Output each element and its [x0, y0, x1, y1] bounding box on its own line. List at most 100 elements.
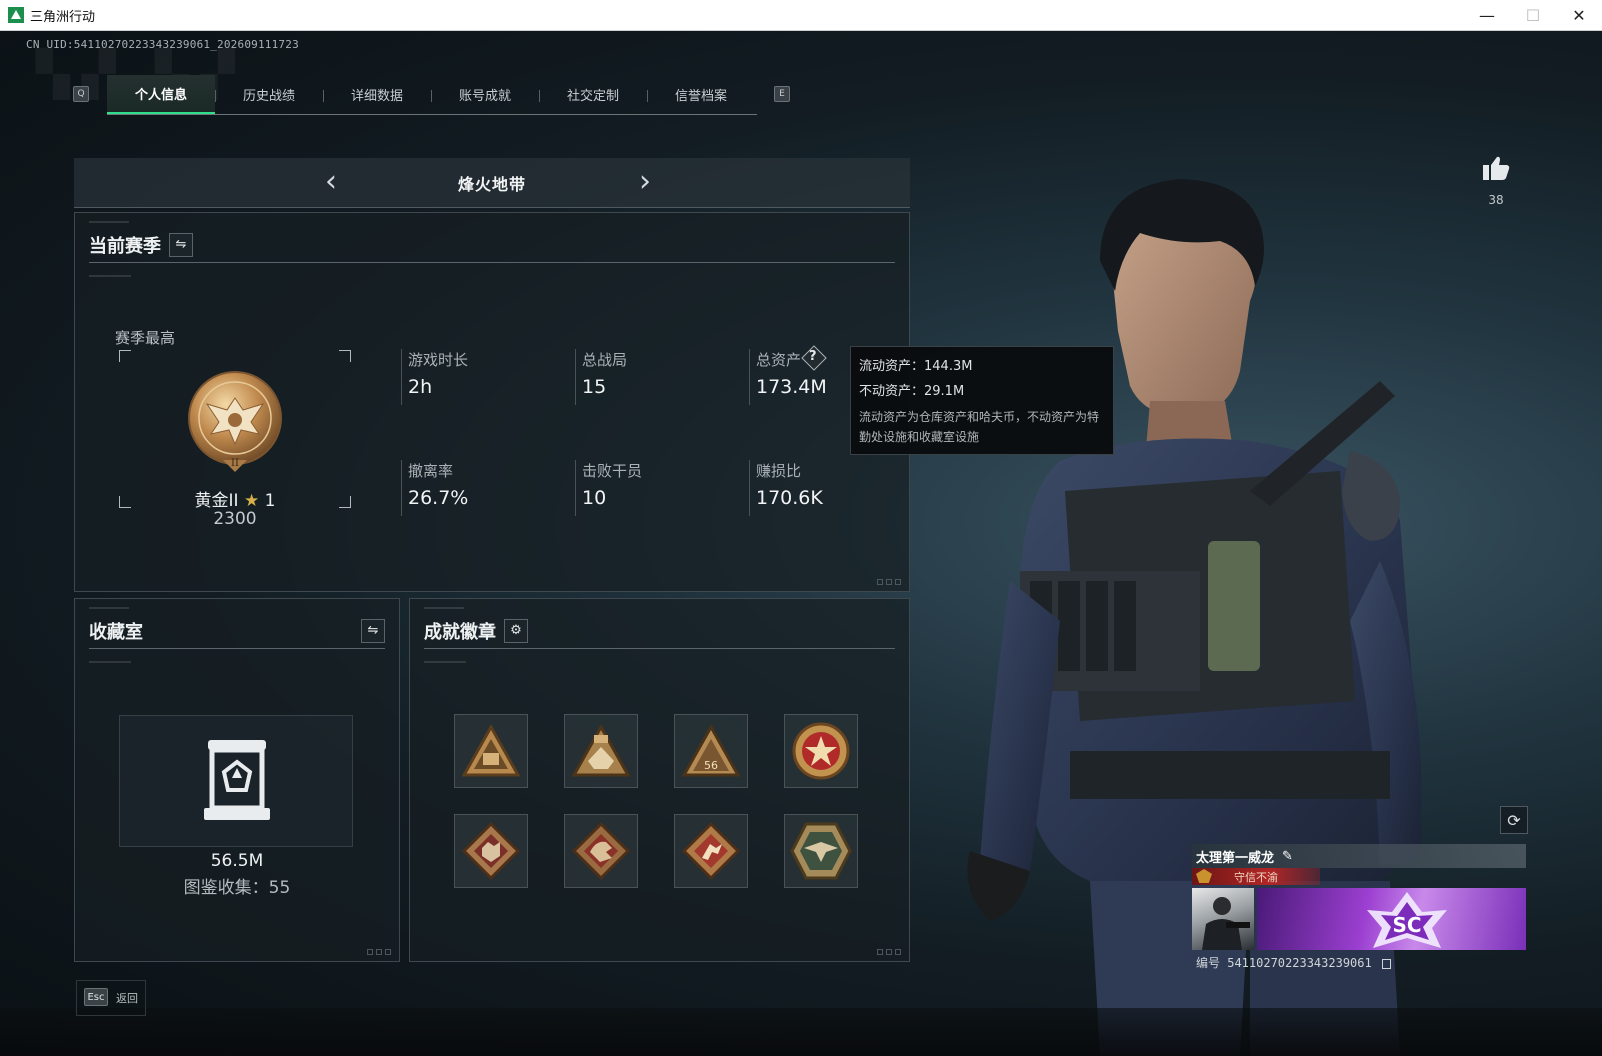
- stat-value: 170.6K: [756, 487, 823, 509]
- tab-bar: 个人信息 历史战绩 详细数据 账号成就 社交定制 信誉档案: [107, 75, 757, 115]
- panel-decoration: [424, 661, 466, 663]
- season-best-label: 赛季最高: [115, 329, 176, 347]
- assets-tooltip: 流动资产：144.3M 不动资产：29.1M 流动资产为仓库资产和哈夫币，不动资…: [850, 346, 1114, 455]
- panel-header: 成就徽章 ⚙: [424, 613, 895, 649]
- gear-icon: ⚙: [510, 623, 522, 638]
- game-viewport: ▚▞ ▚▞ CN UID:541102702233432390​61_20260…: [0, 31, 1602, 1056]
- stat-label: 总战局: [582, 351, 628, 369]
- tab-next-key[interactable]: E: [774, 86, 790, 102]
- panel-header: 收藏室 ⇋: [89, 613, 385, 649]
- svg-text:II: II: [231, 458, 239, 469]
- close-button[interactable]: ✕: [1556, 0, 1602, 31]
- achievement-badge[interactable]: [454, 814, 528, 888]
- tab-prev-key[interactable]: Q: [73, 86, 89, 102]
- achievement-badge[interactable]: [784, 714, 858, 788]
- display-case-icon: [204, 740, 270, 820]
- stat-value: 26.7%: [408, 487, 469, 509]
- current-season-panel: 当前赛季 ⇋ 赛季最高 II 黄金II ★ 1 2300 游戏时长 2h 总战局…: [74, 212, 910, 592]
- achievement-badges-panel: 成就徽章 ⚙ 56: [409, 598, 910, 962]
- collection-value: 56.5M: [210, 851, 264, 871]
- tab-detailed-data[interactable]: 详细数据: [323, 75, 431, 114]
- achievement-badge[interactable]: [784, 814, 858, 888]
- like-count: 38: [1488, 193, 1504, 207]
- achievement-badge[interactable]: [564, 714, 638, 788]
- player-banner[interactable]: SC: [1257, 888, 1526, 950]
- stat-label: 赚损比: [756, 462, 802, 480]
- credit-tag: 守信不渝: [1192, 868, 1320, 885]
- swap-icon: ⇋: [175, 237, 187, 252]
- season-title: 当前赛季: [89, 235, 161, 257]
- stat-profit-loss-ratio: 赚损比 170.6K: [749, 460, 899, 516]
- tooltip-liquid-assets: 流动资产：144.3M: [859, 359, 973, 374]
- tab-account-achievements[interactable]: 账号成就: [431, 75, 539, 114]
- svg-text:SC: SC: [1392, 913, 1421, 937]
- maximize-button[interactable]: ☐: [1510, 0, 1556, 31]
- collection-preview[interactable]: [119, 715, 353, 847]
- stat-total-matches: 总战局 15: [575, 349, 725, 405]
- collection-room-panel: 收藏室 ⇋ 56.5M 图鉴收集：55: [74, 598, 400, 962]
- player-id-text: 编号 541102702233432390​61: [1196, 956, 1372, 970]
- back-label[interactable]: 返回: [116, 990, 138, 1006]
- app-logo-icon: [8, 7, 24, 23]
- edit-name-icon[interactable]: ✎: [1282, 849, 1293, 864]
- rank-star-count: 1: [264, 491, 276, 511]
- achievement-badge[interactable]: [674, 814, 748, 888]
- refresh-icon: ⟳: [1507, 810, 1521, 830]
- tooltip-note: 流动资产为仓库资产和哈夫币，不动资产为特勤处设施和收藏室设施: [859, 410, 1100, 444]
- switch-collection-button[interactable]: ⇋: [361, 618, 385, 643]
- panel-decoration: [89, 661, 131, 663]
- diamond-runner-badge-icon: [682, 822, 740, 880]
- panel-corner-dots: [877, 579, 901, 585]
- player-name-bar: 太理第一威龙 ✎: [1192, 844, 1526, 868]
- swap-icon: ⇋: [367, 623, 379, 638]
- diamond-wolf-badge-icon: [462, 822, 520, 880]
- triangle-crown-badge-icon: [572, 725, 630, 777]
- stat-extraction-rate: 撤离率 26.7%: [401, 460, 551, 516]
- player-name: 太理第一威龙: [1196, 850, 1275, 866]
- panel-header: 当前赛季 ⇋: [89, 227, 895, 263]
- achievement-badge[interactable]: [454, 714, 528, 788]
- svg-text:56: 56: [704, 759, 718, 772]
- minimize-button[interactable]: —: [1464, 0, 1510, 31]
- rank-score: 2300: [213, 509, 257, 529]
- stat-value: 15: [582, 376, 607, 398]
- panel-decoration: [424, 607, 464, 609]
- panel-decoration: [89, 275, 131, 277]
- stat-value: 10: [582, 487, 607, 509]
- triangle-tank-badge-icon: [462, 725, 520, 777]
- mode-prev-arrow-icon[interactable]: ‹: [318, 167, 344, 197]
- player-card[interactable]: 太理第一威龙 ✎ 守信不渝 SC 编号 541102702233432390​6…: [1192, 844, 1526, 994]
- refresh-button[interactable]: ⟳: [1500, 806, 1528, 834]
- gold-rank-emblem-icon: II: [188, 371, 282, 472]
- achievement-badge[interactable]: 56: [674, 714, 748, 788]
- player-id: 编号 541102702233432390​61: [1196, 954, 1391, 971]
- esc-key[interactable]: Esc: [84, 988, 108, 1006]
- tab-match-history[interactable]: 历史战绩: [215, 75, 323, 114]
- panel-corner-dots: [367, 949, 391, 955]
- avatar-operator-icon: [1202, 897, 1250, 950]
- bottom-bar: [0, 1008, 1602, 1056]
- mode-next-arrow-icon[interactable]: ›: [632, 167, 658, 197]
- stat-operators-defeated: 击败干员 10: [575, 460, 725, 516]
- achievement-badge[interactable]: [564, 814, 638, 888]
- mode-title: 烽火地带: [457, 174, 526, 194]
- badge-settings-button[interactable]: ⚙: [504, 618, 528, 643]
- rank-star-icon: ★: [243, 491, 260, 511]
- thumbs-up-icon[interactable]: [1482, 155, 1510, 181]
- panel-decoration: [89, 607, 129, 609]
- panel-corner-dots: [877, 949, 901, 955]
- tab-credit-record[interactable]: 信誉档案: [647, 75, 755, 114]
- copy-icon[interactable]: [1381, 958, 1391, 969]
- switch-season-button[interactable]: ⇋: [169, 232, 193, 257]
- window-titlebar: 三角洲行动 — ☐ ✕: [0, 0, 1602, 31]
- uid-watermark: CN UID:541102702233432390​61_20260911172…: [26, 38, 299, 51]
- achievements-title: 成就徽章: [424, 621, 496, 643]
- tab-personal-info[interactable]: 个人信息: [107, 75, 215, 114]
- avatar[interactable]: [1192, 888, 1254, 950]
- stat-play-time: 游戏时长 2h: [401, 349, 551, 405]
- rank-frame: II: [119, 350, 351, 508]
- tab-social-customization[interactable]: 社交定制: [539, 75, 647, 114]
- stat-value: 2h: [408, 376, 433, 398]
- rank-title: 黄金II: [194, 491, 239, 511]
- window-controls: — ☐ ✕: [1464, 0, 1602, 31]
